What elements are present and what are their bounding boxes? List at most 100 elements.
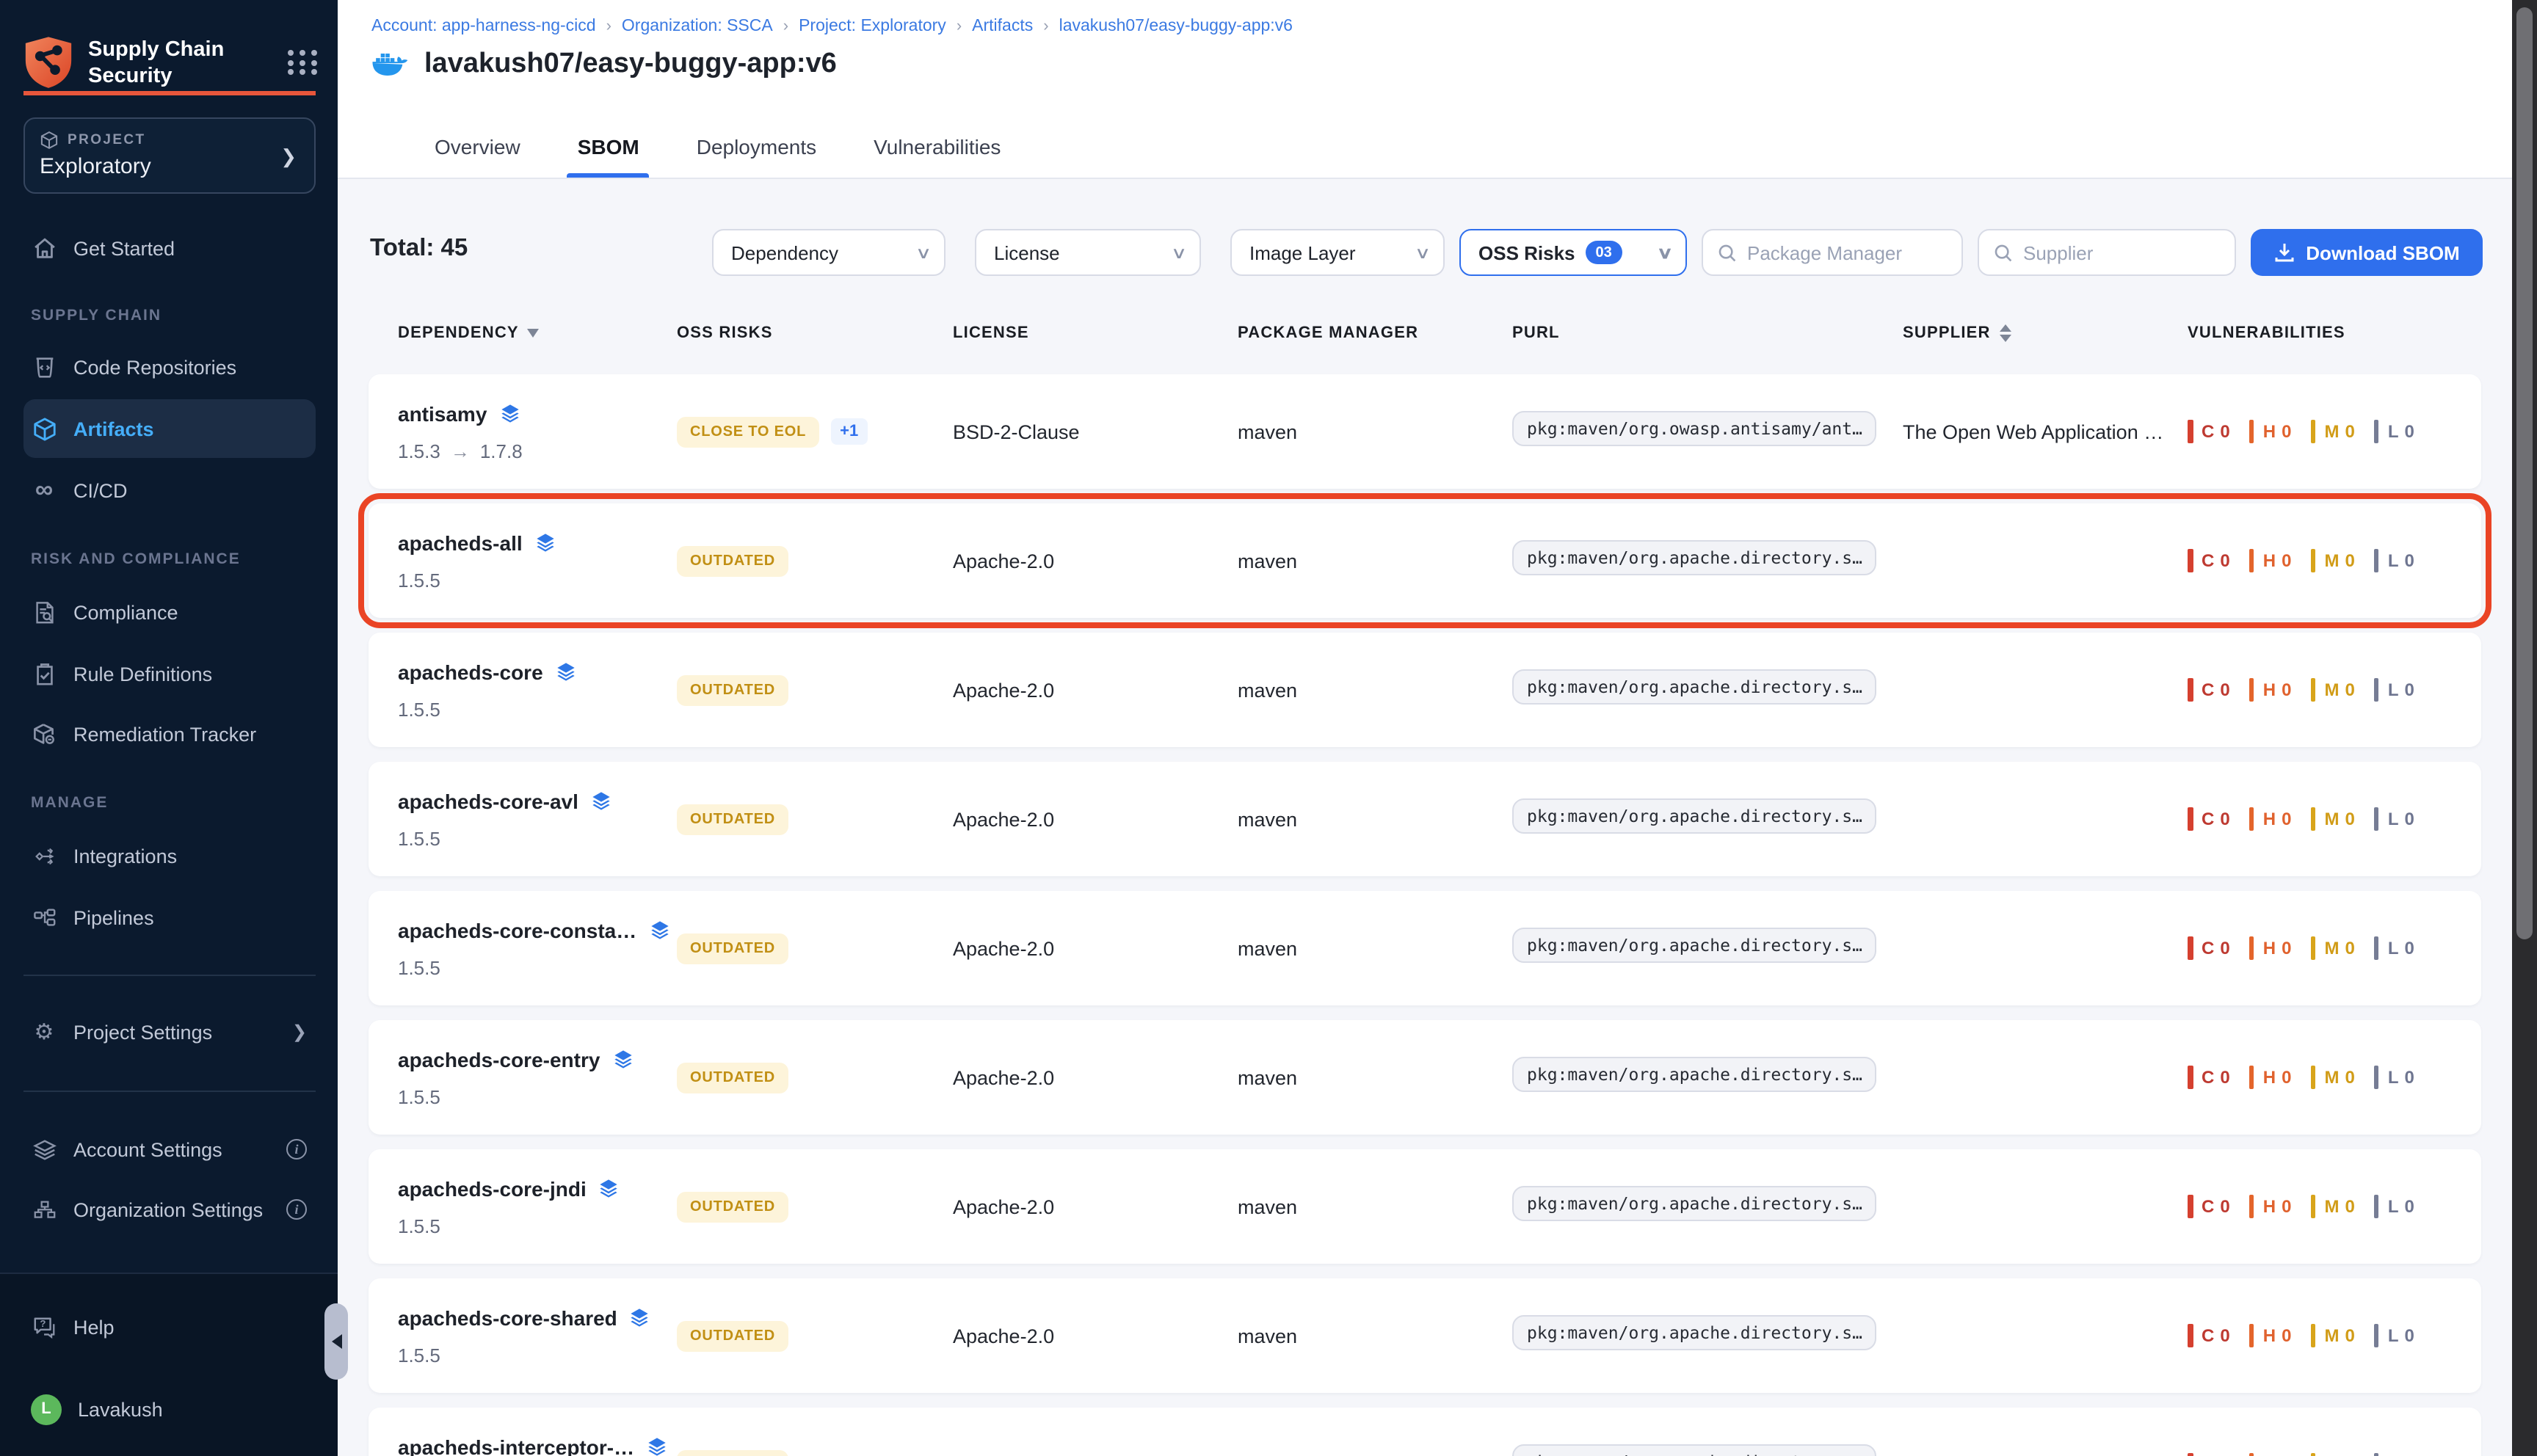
sidebar-item-organization-settings[interactable]: Organization Settings i bbox=[23, 1189, 316, 1230]
package-manager-cell: maven bbox=[1238, 679, 1512, 701]
dependency-name[interactable]: apacheds-core-avl bbox=[398, 789, 578, 812]
license-filter-select[interactable]: License ∨ bbox=[975, 229, 1201, 276]
dependency-name[interactable]: apacheds-all bbox=[398, 531, 523, 554]
section-label-supply-chain: SUPPLY CHAIN bbox=[31, 307, 161, 324]
purl-value[interactable]: pkg:maven/org.apache.directory.s… bbox=[1512, 798, 1877, 833]
severity-count-l: L0 bbox=[2374, 420, 2414, 443]
purl-value[interactable]: pkg:maven/org.owasp.antisamy/ant… bbox=[1512, 410, 1877, 445]
tab-deployments[interactable]: Deployments bbox=[686, 135, 827, 178]
user-menu[interactable]: L Lavakush bbox=[23, 1388, 316, 1430]
sidebar-item-account-settings[interactable]: Account Settings i bbox=[23, 1129, 316, 1170]
table-row[interactable]: antisamy 1.5.3→1.7.8 CLOSE TO EOL +1 BSD… bbox=[369, 374, 2481, 489]
main-area: Account: app-harness-ng-cicd › Organizatio… bbox=[338, 0, 2512, 1456]
col-label: OSS RISKS bbox=[677, 324, 773, 342]
table-row[interactable]: apacheds-core-jndi 1.5.5 OUTDATED Apache… bbox=[369, 1149, 2481, 1264]
dependency-name[interactable]: apacheds-core-consta… bbox=[398, 918, 636, 942]
sidebar-item-code-repositories[interactable]: Code Repositories bbox=[23, 346, 316, 387]
sidebar-item-label: Help bbox=[73, 1316, 115, 1338]
dependency-version: 1.5.5 bbox=[398, 698, 677, 720]
sidebar-item-label: Organization Settings bbox=[73, 1198, 263, 1220]
tab-sbom[interactable]: SBOM bbox=[567, 135, 650, 178]
project-selector[interactable]: PROJECT Exploratory ❯ bbox=[23, 117, 316, 194]
breadcrumb-item[interactable]: lavakush07/easy-buggy-app:v6 bbox=[1059, 18, 1293, 35]
sidebar-item-artifacts[interactable]: Artifacts bbox=[23, 399, 316, 458]
download-sbom-button[interactable]: Download SBOM bbox=[2251, 229, 2483, 276]
severity-count-c: C0 bbox=[2188, 549, 2230, 572]
sidebar-item-cicd[interactable]: ∞ CI/CD bbox=[23, 470, 316, 511]
vulnerabilities-cell: C0H0M0L0 bbox=[2188, 678, 2452, 702]
severity-count-l: L0 bbox=[2374, 807, 2414, 831]
info-icon[interactable]: i bbox=[286, 1199, 307, 1220]
purl-value[interactable]: pkg:maven/org.apache.directory.s… bbox=[1512, 1185, 1877, 1220]
dependency-name[interactable]: apacheds-core bbox=[398, 660, 543, 683]
sidebar-item-rule-definitions[interactable]: Rule Definitions bbox=[23, 653, 316, 694]
dependency-filter-select[interactable]: Dependency ∨ bbox=[712, 229, 946, 276]
breadcrumb-item[interactable]: Organization: SSCA bbox=[622, 18, 773, 35]
tab-vulnerabilities[interactable]: Vulnerabilities bbox=[863, 135, 1011, 178]
sidebar-collapse-handle[interactable] bbox=[324, 1303, 348, 1380]
sidebar-item-integrations[interactable]: Integrations bbox=[23, 835, 316, 876]
package-manager-search-input[interactable] bbox=[1747, 241, 1947, 263]
severity-count-m: M0 bbox=[2310, 678, 2354, 702]
organization-settings-icon bbox=[31, 1196, 57, 1223]
sidebar-item-compliance[interactable]: Compliance bbox=[23, 592, 316, 633]
vulnerabilities-cell: C0H0M0L0 bbox=[2188, 1324, 2452, 1347]
breadcrumb-item[interactable]: Account: app-harness-ng-cicd bbox=[371, 18, 596, 35]
table-row[interactable]: apacheds-core-entry 1.5.5 OUTDATED Apach… bbox=[369, 1020, 2481, 1135]
severity-count-m: M0 bbox=[2310, 807, 2354, 831]
dependency-name[interactable]: apacheds-core-jndi bbox=[398, 1176, 587, 1200]
sidebar-item-label: Compliance bbox=[73, 601, 178, 623]
purl-value[interactable]: pkg:maven/org.apache.directory.s… bbox=[1512, 927, 1877, 962]
severity-count-l: L0 bbox=[2374, 1324, 2414, 1347]
layers-icon bbox=[611, 1048, 634, 1070]
severity-count-l: L0 bbox=[2374, 1066, 2414, 1089]
dependency-name[interactable]: apacheds-interceptor-… bbox=[398, 1435, 634, 1456]
supplier-search-input[interactable] bbox=[2023, 241, 2220, 263]
sidebar-item-remediation-tracker[interactable]: Remediation Tracker bbox=[23, 713, 316, 754]
breadcrumb-item[interactable]: Artifacts bbox=[972, 18, 1033, 35]
scrollbar-thumb[interactable] bbox=[2516, 7, 2533, 939]
severity-bar-icon bbox=[2188, 1195, 2193, 1218]
col-supplier[interactable]: SUPPLIER bbox=[1903, 324, 2188, 342]
image-layer-filter-select[interactable]: Image Layer ∨ bbox=[1230, 229, 1445, 276]
table-row[interactable]: apacheds-core-shared 1.5.5 OUTDATED Apac… bbox=[369, 1278, 2481, 1393]
supplier-cell: The Open Web Application … bbox=[1903, 421, 2188, 443]
filter-label: Dependency bbox=[731, 241, 838, 263]
table-row[interactable]: apacheds-all 1.5.5 OUTDATED Apache-2.0 m… bbox=[369, 503, 2481, 618]
dependency-name[interactable]: apacheds-core-entry bbox=[398, 1047, 600, 1071]
sort-both-icon bbox=[2000, 324, 2011, 342]
collapse-arrow-icon bbox=[331, 1334, 341, 1349]
app-switcher-icon[interactable] bbox=[288, 46, 320, 79]
sidebar-item-get-started[interactable]: Get Started bbox=[23, 228, 316, 269]
risk-extra-badge[interactable]: +1 bbox=[831, 418, 867, 445]
dependency-name[interactable]: apacheds-core-shared bbox=[398, 1306, 617, 1329]
purl-value[interactable]: pkg:maven/org.apache.directory.s… bbox=[1512, 539, 1877, 575]
sidebar-item-pipelines[interactable]: Pipelines bbox=[23, 897, 316, 938]
purl-value[interactable]: pkg:maven/org.apache.directory.s… bbox=[1512, 1444, 1877, 1456]
dependency-name[interactable]: antisamy bbox=[398, 401, 487, 425]
tab-overview[interactable]: Overview bbox=[424, 135, 531, 178]
table-row[interactable]: apacheds-interceptor-… 1.5.5 OUTDATED Ap… bbox=[369, 1408, 2481, 1456]
breadcrumb-separator-icon: › bbox=[783, 18, 788, 35]
col-dependency[interactable]: DEPENDENCY bbox=[398, 324, 677, 342]
page-scrollbar[interactable] bbox=[2512, 0, 2537, 1456]
table-row[interactable]: apacheds-core 1.5.5 OUTDATED Apache-2.0 … bbox=[369, 633, 2481, 747]
col-package-manager: PACKAGE MANAGER bbox=[1238, 324, 1512, 342]
sidebar-item-help[interactable]: ? Help bbox=[23, 1306, 316, 1347]
home-icon bbox=[31, 235, 57, 261]
purl-value[interactable]: pkg:maven/org.apache.directory.s… bbox=[1512, 1056, 1877, 1091]
severity-count-h: H0 bbox=[2249, 420, 2292, 443]
chevron-right-icon: ❯ bbox=[280, 145, 297, 169]
breadcrumb-item[interactable]: Project: Exploratory bbox=[799, 18, 946, 35]
sidebar-item-project-settings[interactable]: ⚙ Project Settings ❯ bbox=[23, 1011, 316, 1052]
purl-value[interactable]: pkg:maven/org.apache.directory.s… bbox=[1512, 669, 1877, 704]
purl-value[interactable]: pkg:maven/org.apache.directory.s… bbox=[1512, 1314, 1877, 1350]
oss-risks-filter-select[interactable]: OSS Risks 03 ∨ bbox=[1459, 229, 1687, 276]
info-icon[interactable]: i bbox=[286, 1139, 307, 1160]
filter-label: License bbox=[994, 241, 1060, 263]
table-row[interactable]: apacheds-core-consta… 1.5.5 OUTDATED Apa… bbox=[369, 891, 2481, 1005]
purl-cell: pkg:maven/org.apache.directory.s… bbox=[1512, 669, 1903, 711]
sidebar-item-label: CI/CD bbox=[73, 479, 128, 501]
severity-bar-icon bbox=[2310, 1066, 2315, 1089]
table-row[interactable]: apacheds-core-avl 1.5.5 OUTDATED Apache-… bbox=[369, 762, 2481, 876]
